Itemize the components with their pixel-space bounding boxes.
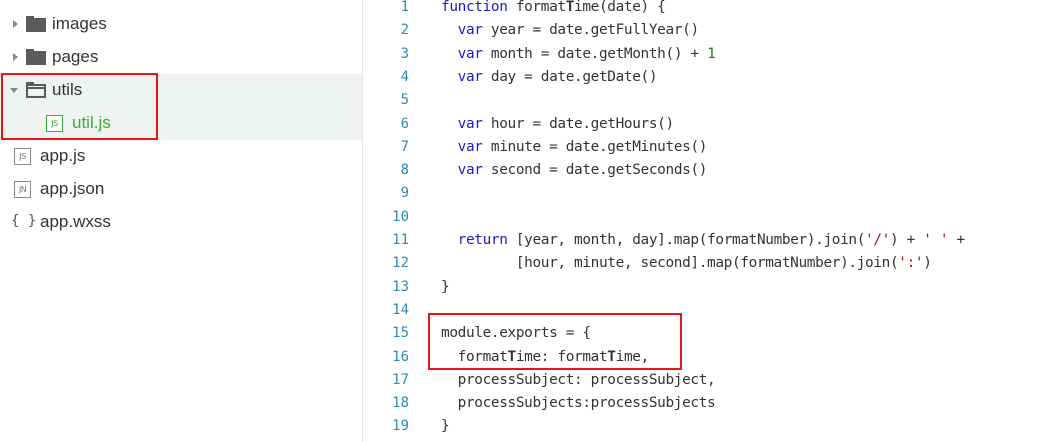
js-file-icon: JS bbox=[46, 115, 63, 132]
tree-item-app-js[interactable]: JS app.js bbox=[0, 140, 362, 173]
code-line[interactable]: 3 var month = date.getMonth() + 1 bbox=[363, 43, 1048, 66]
code-text: formatTime: formatTime, bbox=[441, 348, 650, 365]
line-number: 3 bbox=[400, 45, 409, 62]
code-line[interactable]: 5 bbox=[363, 89, 1048, 112]
code-line[interactable]: 4 var day = date.getDate() bbox=[363, 66, 1048, 89]
line-number: 15 bbox=[392, 325, 409, 342]
line-number: 18 bbox=[392, 395, 409, 412]
line-number: 13 bbox=[392, 278, 409, 295]
code-text: function formatTime(date) { bbox=[441, 0, 666, 15]
code-text: return [year, month, day].map(formatNumb… bbox=[457, 232, 966, 248]
line-number: 16 bbox=[392, 348, 409, 365]
folder-icon bbox=[26, 49, 46, 65]
line-number: 2 bbox=[400, 22, 409, 39]
code-line[interactable]: 12 [hour, minute, second].map(formatNumb… bbox=[363, 252, 1048, 275]
code-line[interactable]: 11 return [year, month, day].map(formatN… bbox=[363, 229, 1048, 252]
tree-item-label: app.wxss bbox=[40, 212, 111, 231]
css-file-icon: { } bbox=[11, 213, 37, 229]
code-text: var minute = date.getMinutes() bbox=[457, 138, 708, 155]
code-line[interactable]: 17 processSubject: processSubject, bbox=[363, 369, 1048, 392]
code-editor[interactable]: 1 function formatTime(date) { 2 var year =… bbox=[363, 0, 1048, 442]
tree-item-app-wxss[interactable]: { } app.wxss bbox=[0, 206, 362, 239]
code-line[interactable]: 2 var year = date.getFullYear() bbox=[363, 19, 1048, 42]
file-tree: images pages utils JS util.js JS app.js … bbox=[0, 0, 363, 442]
chevron-right-icon[interactable] bbox=[13, 53, 18, 61]
code-text: processSubjects:processSubjects bbox=[441, 395, 716, 412]
line-number: 11 bbox=[392, 232, 409, 248]
code-text: var second = date.getSeconds() bbox=[457, 162, 708, 179]
code-text: processSubject: processSubject, bbox=[441, 371, 716, 388]
code-line[interactable]: 15 module.exports = { bbox=[363, 322, 1048, 345]
js-file-icon: JS bbox=[14, 148, 31, 165]
code-line[interactable]: 14 bbox=[363, 299, 1048, 322]
tree-item-label: pages bbox=[52, 47, 99, 66]
code-line[interactable]: 9 bbox=[363, 182, 1048, 205]
code-line[interactable]: 13} bbox=[363, 276, 1048, 299]
code-text: var hour = date.getHours() bbox=[457, 115, 675, 132]
code-line[interactable]: 7 var minute = date.getMinutes() bbox=[363, 136, 1048, 159]
line-number: 6 bbox=[400, 115, 409, 132]
code-line[interactable]: 1 function formatTime(date) { bbox=[363, 0, 1048, 19]
line-number: 5 bbox=[400, 92, 409, 109]
line-number: 9 bbox=[400, 185, 409, 202]
tree-item-label: app.js bbox=[40, 146, 86, 165]
code-line[interactable]: 19} bbox=[363, 415, 1048, 438]
tree-item-label: util.js bbox=[72, 113, 111, 132]
code-text: var month = date.getMonth() + 1 bbox=[457, 45, 716, 62]
line-number: 1 bbox=[400, 0, 409, 15]
tree-item-images[interactable]: images bbox=[0, 8, 362, 41]
tree-item-label: images bbox=[52, 14, 107, 33]
code-text: } bbox=[441, 418, 450, 435]
line-number: 4 bbox=[400, 68, 409, 85]
tree-item-label: utils bbox=[52, 80, 83, 99]
code-text: } bbox=[441, 278, 450, 295]
code-text: var year = date.getFullYear() bbox=[457, 22, 699, 39]
chevron-right-icon[interactable] bbox=[13, 20, 18, 28]
tree-item-pages[interactable]: pages bbox=[0, 41, 362, 74]
line-number: 7 bbox=[400, 138, 409, 155]
code-line[interactable]: 8 var second = date.getSeconds() bbox=[363, 159, 1048, 182]
code-text: var day = date.getDate() bbox=[457, 68, 658, 85]
tree-item-utils[interactable]: utils bbox=[0, 74, 362, 107]
code-text: [hour, minute, second].map(formatNumber)… bbox=[441, 255, 932, 272]
code-line[interactable]: 18 processSubjects:processSubjects bbox=[363, 392, 1048, 415]
line-number: 12 bbox=[392, 255, 409, 272]
line-number: 19 bbox=[392, 418, 409, 435]
line-number: 14 bbox=[392, 301, 409, 318]
folder-icon bbox=[26, 16, 46, 32]
line-number: 8 bbox=[400, 162, 409, 179]
code-line[interactable]: 10 bbox=[363, 206, 1048, 229]
tree-item-app-json[interactable]: JN app.json bbox=[0, 173, 362, 206]
json-file-icon: JN bbox=[14, 181, 31, 198]
chevron-down-icon[interactable] bbox=[10, 88, 18, 93]
code-text: module.exports = { bbox=[441, 325, 591, 342]
tree-item-label: app.json bbox=[40, 179, 105, 198]
line-number: 10 bbox=[392, 208, 409, 225]
code-line[interactable]: 16 formatTime: formatTime, bbox=[363, 346, 1048, 369]
line-number: 17 bbox=[392, 371, 409, 388]
tree-item-util-js[interactable]: JS util.js bbox=[0, 107, 362, 140]
folder-open-icon bbox=[26, 82, 46, 98]
code-line[interactable]: 6 var hour = date.getHours() bbox=[363, 113, 1048, 136]
